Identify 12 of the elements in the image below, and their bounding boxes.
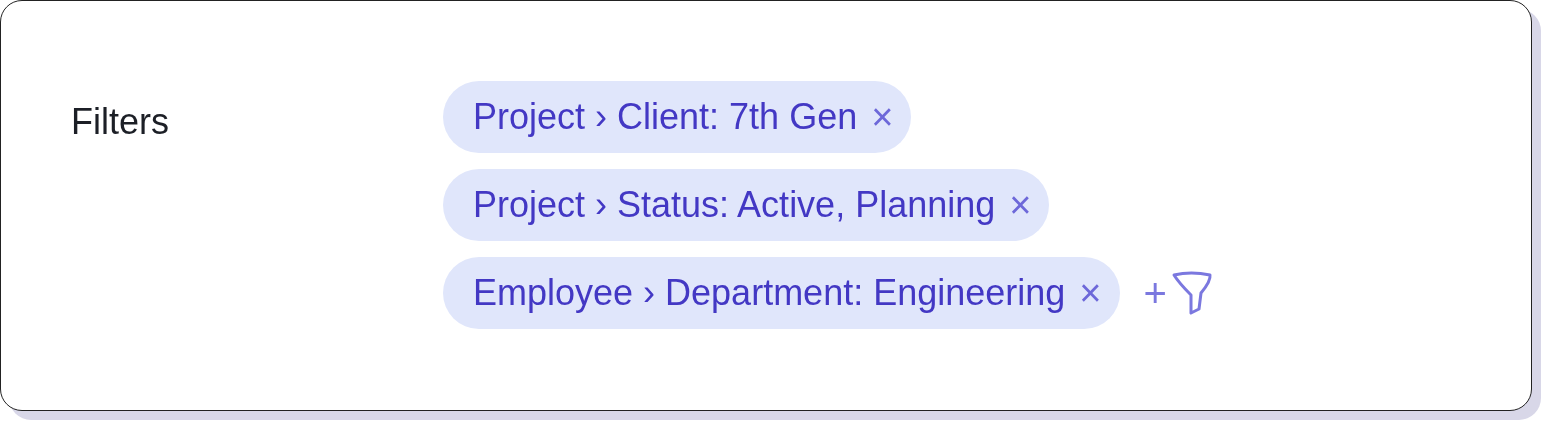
filter-chip[interactable]: Project › Status: Active, Planning ×	[443, 169, 1050, 241]
funnel-icon	[1170, 269, 1213, 317]
remove-button[interactable]: ×	[1079, 274, 1102, 312]
filter-chip-label: Project › Status: Active, Planning	[473, 183, 996, 227]
filter-chip[interactable]: Project › Client: 7th Gen ×	[443, 81, 912, 153]
remove-button[interactable]: ×	[871, 98, 894, 136]
filter-chip[interactable]: Employee › Department: Engineering ×	[443, 257, 1120, 329]
filter-chip-label: Employee › Department: Engineering	[473, 271, 1066, 315]
add-filter-button[interactable]: +	[1135, 263, 1213, 323]
filter-chip-label: Project › Client: 7th Gen	[473, 95, 858, 139]
remove-button[interactable]: ×	[1009, 186, 1032, 224]
filters-label: Filters	[71, 100, 170, 144]
